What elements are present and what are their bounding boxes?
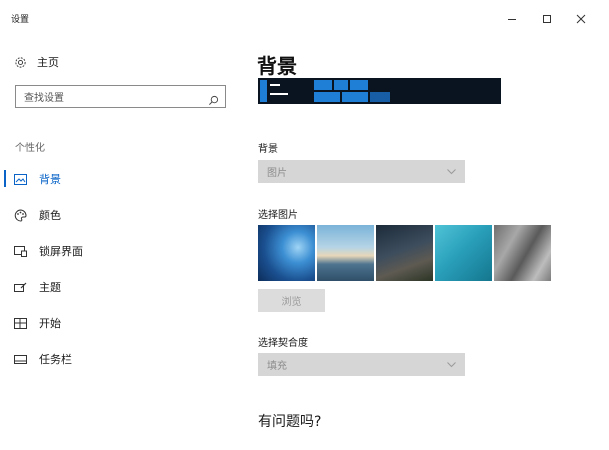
main-content: 背景 背景 图片 选择图片 浏览 选择契合度 填充 有问题吗? [240, 36, 609, 450]
sidebar-item-colors[interactable]: 颜色 [0, 197, 240, 233]
sidebar-item-label: 颜色 [39, 209, 61, 222]
background-value: 图片 [267, 168, 287, 179]
minimize-icon[interactable] [500, 7, 524, 31]
sidebar-item-label: 任务栏 [39, 353, 72, 366]
title-bar: 设置 [0, 0, 609, 36]
picture-thumbnail[interactable] [317, 225, 374, 281]
taskbar-icon [14, 353, 27, 366]
sidebar-item-label: 锁屏界面 [39, 245, 83, 258]
home-link[interactable]: 主页 [14, 54, 59, 70]
maximize-icon[interactable] [535, 7, 559, 31]
window-title: 设置 [11, 15, 30, 25]
sidebar-item-lock-screen[interactable]: 锁屏界面 [0, 233, 240, 269]
home-label: 主页 [37, 56, 59, 69]
background-dropdown[interactable]: 图片 [258, 160, 465, 183]
search-icon[interactable] [208, 91, 219, 110]
section-title: 个性化 [15, 143, 45, 154]
sidebar-item-taskbar[interactable]: 任务栏 [0, 341, 240, 377]
chevron-down-icon [446, 166, 457, 180]
search-input[interactable] [16, 88, 201, 109]
picture-thumbnail[interactable] [376, 225, 433, 281]
background-label: 背景 [258, 144, 278, 155]
sidebar-item-label: 主题 [39, 281, 61, 294]
picture-thumbnail[interactable] [494, 225, 551, 281]
help-title: 有问题吗? [258, 414, 322, 430]
fit-dropdown[interactable]: 填充 [258, 353, 465, 376]
picture-thumbnails [258, 225, 551, 281]
close-icon[interactable] [569, 7, 593, 31]
background-preview [258, 78, 501, 104]
sidebar-item-background[interactable]: 背景 [0, 161, 240, 197]
gear-icon [14, 56, 27, 69]
lock-screen-icon [14, 245, 27, 258]
sidebar-item-label: 背景 [39, 173, 61, 186]
picture-thumbnail[interactable] [258, 225, 315, 281]
picture-thumbnail[interactable] [435, 225, 492, 281]
sidebar-item-label: 开始 [39, 317, 61, 330]
page-title: 背景 [257, 54, 297, 78]
sidebar-item-start[interactable]: 开始 [0, 305, 240, 341]
sidebar-item-themes[interactable]: 主题 [0, 269, 240, 305]
fit-label: 选择契合度 [258, 338, 308, 349]
palette-icon [14, 208, 27, 222]
choose-picture-label: 选择图片 [258, 210, 298, 221]
sidebar-nav: 背景 颜色 锁屏界面 主题 开始 任务栏 [0, 161, 240, 377]
fit-value: 填充 [267, 361, 287, 372]
chevron-down-icon [446, 359, 457, 373]
browse-button[interactable]: 浏览 [258, 289, 325, 312]
search-box[interactable] [15, 85, 226, 110]
image-icon [14, 173, 27, 186]
brush-icon [14, 281, 27, 294]
start-grid-icon [14, 317, 27, 330]
sidebar: 主页 个性化 背景 颜色 锁屏界面 [0, 36, 240, 450]
